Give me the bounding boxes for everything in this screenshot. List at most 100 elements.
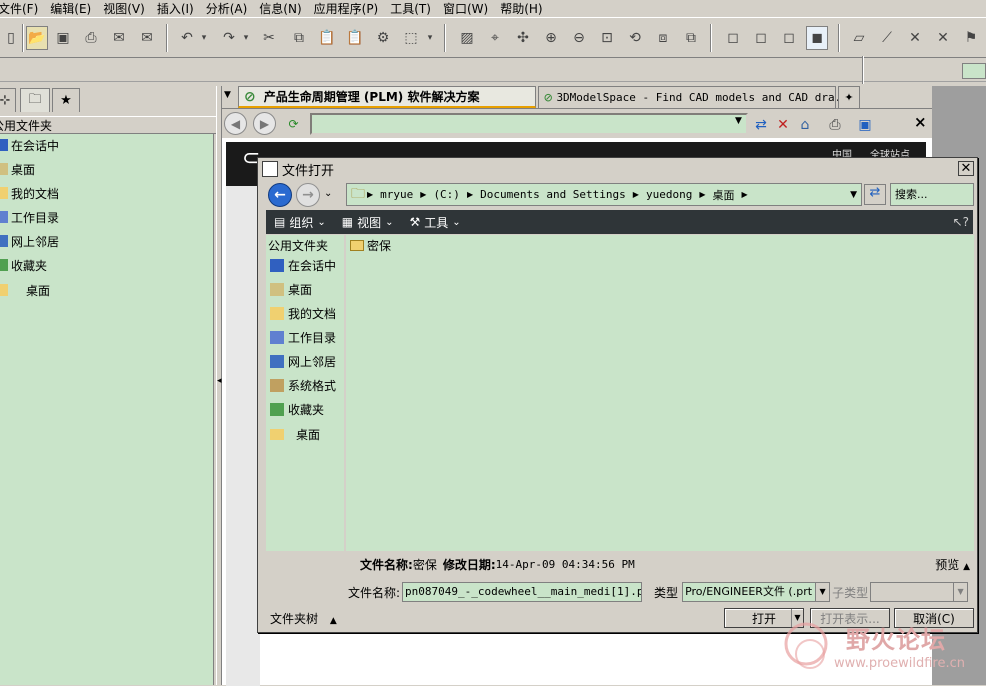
dialog-item-network[interactable]: 网上邻居 — [270, 351, 336, 371]
nav-item-desktop-folder[interactable]: 桌面 — [0, 280, 50, 300]
browser-tab-3dmodelspace[interactable]: ⊘ 3DModelSpace - Find CAD models and CAD … — [538, 86, 854, 108]
open-folder-icon[interactable]: 📂 — [26, 26, 48, 50]
undo-dropdown-icon[interactable]: ▾ — [198, 26, 210, 50]
nav-item-in-session[interactable]: 在会话中 — [0, 135, 59, 155]
print-icon[interactable]: ⎙ — [80, 26, 102, 50]
favorites-tab[interactable]: ★ — [52, 88, 80, 112]
menu-window[interactable]: 窗口(W) — [437, 0, 494, 18]
nav-item-network[interactable]: 网上邻居 — [0, 231, 59, 251]
nav-item-favorites[interactable]: 收藏夹 — [0, 255, 47, 275]
paste-icon[interactable]: 📋 — [316, 26, 338, 50]
tab-list-dropdown-icon[interactable]: ▼ — [224, 90, 231, 100]
dialog-item-system-format[interactable]: 系统格式 — [270, 375, 336, 395]
dialog-item-my-documents[interactable]: 我的文档 — [270, 303, 336, 323]
menu-info[interactable]: 信息(N) — [253, 0, 307, 18]
menu-view[interactable]: 视图(V) — [97, 0, 151, 18]
home-icon[interactable]: ⌂ — [794, 113, 816, 137]
sketch-icon[interactable]: ▨ — [456, 26, 478, 50]
breadcrumb-documents-settings[interactable]: Documents and Settings — [475, 188, 631, 201]
redo-icon[interactable]: ↷ — [218, 26, 240, 50]
shading-icon[interactable]: ◼ — [806, 26, 828, 50]
dialog-back-icon[interactable]: ← — [268, 183, 292, 207]
menu-analysis[interactable]: 分析(A) — [200, 0, 254, 18]
breadcrumb-yuedong[interactable]: yuedong — [641, 188, 697, 201]
hidden-line-icon[interactable]: ◻ — [750, 26, 772, 50]
url-dropdown-icon[interactable]: ▼ — [735, 116, 742, 126]
annotation-icon[interactable]: ⚑ — [960, 26, 982, 50]
url-input[interactable] — [310, 113, 748, 135]
collapse-arrow-icon[interactable]: ◂ — [217, 376, 222, 386]
nav-item-my-documents[interactable]: 我的文档 — [0, 183, 59, 203]
search-input[interactable]: 搜索... — [890, 183, 974, 206]
datum-point-icon[interactable]: ✕ — [904, 26, 926, 50]
close-browser-icon[interactable]: × — [914, 113, 927, 131]
breadcrumb-desktop[interactable]: 桌面 — [707, 187, 739, 203]
breadcrumb-mryue[interactable]: mryue — [375, 188, 418, 201]
regenerate-icon[interactable]: ⚙ — [372, 26, 394, 50]
cut-icon[interactable]: ✂ — [258, 26, 280, 50]
browser-print-icon[interactable]: ⎙ — [824, 113, 846, 137]
views-menu[interactable]: ▦ 视图 ⌄ — [334, 214, 402, 231]
dialog-item-working-dir[interactable]: 工作目录 — [270, 327, 336, 347]
new-file-icon[interactable]: ▯ — [0, 26, 22, 50]
filter-box[interactable] — [962, 63, 986, 79]
undo-icon[interactable]: ↶ — [176, 26, 198, 50]
dialog-item-favorites[interactable]: 收藏夹 — [270, 399, 324, 419]
select-box-icon[interactable]: ⬚ — [400, 26, 422, 50]
zoom-in-icon[interactable]: ⊕ — [540, 26, 562, 50]
browser-save-icon[interactable]: ▣ — [854, 113, 876, 137]
breadcrumb-drive-c[interactable]: (C:) — [428, 188, 465, 201]
tools-menu[interactable]: ⚒ 工具 ⌄ — [402, 214, 469, 231]
redo-dropdown-icon[interactable]: ▾ — [240, 26, 252, 50]
browser-back-icon[interactable]: ◀ — [224, 112, 247, 135]
send-mail-icon[interactable]: ✉ — [108, 26, 130, 50]
folder-tree-toggle[interactable]: 文件夹树 ▲ — [270, 610, 337, 627]
dialog-forward-icon[interactable]: → — [296, 183, 320, 207]
no-hidden-icon[interactable]: ◻ — [778, 26, 800, 50]
organize-menu[interactable]: ▤ 组织 ⌄ — [266, 214, 334, 231]
browser-tab-plm[interactable]: ⊘ 产品生命周期管理 (PLM) 软件解决方案 — [238, 86, 536, 108]
orient-icon[interactable]: ⟲ — [624, 26, 646, 50]
subtype-select[interactable]: ▼ — [870, 582, 969, 602]
mail-attach-icon[interactable]: ✉ — [136, 26, 158, 50]
datum-plane-icon[interactable]: ▱ — [848, 26, 870, 50]
wireframe-icon[interactable]: ◻ — [722, 26, 744, 50]
menu-help[interactable]: 帮助(H) — [494, 0, 548, 18]
menu-insert[interactable]: 插入(I) — [151, 0, 200, 18]
stop-icon[interactable]: ✕ — [772, 113, 794, 137]
type-select[interactable]: Pro/ENGINEER文件 (.prt ▼ — [682, 582, 831, 602]
datum-axis-display-icon[interactable]: ⟋ — [876, 26, 898, 50]
dialog-refresh-icon[interactable]: ⇄ — [864, 184, 886, 205]
menu-edit[interactable]: 编辑(E) — [44, 0, 97, 18]
filename-input[interactable]: pn087049_-_codewheel__main_medi[1].prt — [402, 582, 643, 602]
menu-tools[interactable]: 工具(T) — [384, 0, 437, 18]
coordinate-system-icon[interactable]: ✕ — [932, 26, 954, 50]
breadcrumb-dropdown-icon[interactable]: ▼ — [850, 190, 857, 200]
preview-toggle[interactable]: 预览 ▲ — [935, 556, 970, 573]
subtype-dropdown-icon[interactable]: ▼ — [953, 583, 967, 601]
file-item[interactable]: 密保 — [350, 237, 391, 254]
history-dropdown-icon[interactable]: ⌄ — [324, 188, 332, 199]
refit-icon[interactable]: ⊡ — [596, 26, 618, 50]
go-icon[interactable]: ⇄ — [750, 113, 772, 137]
nav-item-desktop[interactable]: 桌面 — [0, 159, 35, 179]
help-pointer-icon[interactable]: ↖? — [953, 215, 969, 229]
dialog-item-desktop[interactable]: 桌面 — [270, 279, 312, 299]
save-icon[interactable]: ▣ — [52, 26, 74, 50]
type-dropdown-icon[interactable]: ▼ — [815, 583, 830, 601]
datum-axis-icon[interactable]: ⌖ — [484, 26, 506, 50]
model-tree-tab[interactable]: ⊹ — [0, 88, 16, 112]
dialog-item-desktop-folder[interactable]: 桌面 — [270, 424, 320, 444]
select-dropdown-icon[interactable]: ▾ — [424, 26, 436, 50]
browser-forward-icon[interactable]: ▶ — [253, 112, 276, 135]
dialog-close-button[interactable]: ✕ — [958, 161, 974, 176]
paste-special-icon[interactable]: 📋 — [344, 26, 366, 50]
dialog-item-in-session[interactable]: 在会话中 — [270, 255, 336, 275]
menu-applications[interactable]: 应用程序(P) — [308, 0, 385, 18]
menu-file[interactable]: 文件(F) — [0, 0, 44, 18]
new-tab-button[interactable]: ✦ — [838, 86, 860, 108]
folder-browser-tab[interactable]: 🗀 — [20, 88, 50, 112]
spin-icon[interactable]: ✣ — [512, 26, 534, 50]
browser-refresh-icon[interactable]: ⟳ — [282, 112, 305, 135]
saved-views-icon[interactable]: ⧈ — [652, 26, 674, 50]
